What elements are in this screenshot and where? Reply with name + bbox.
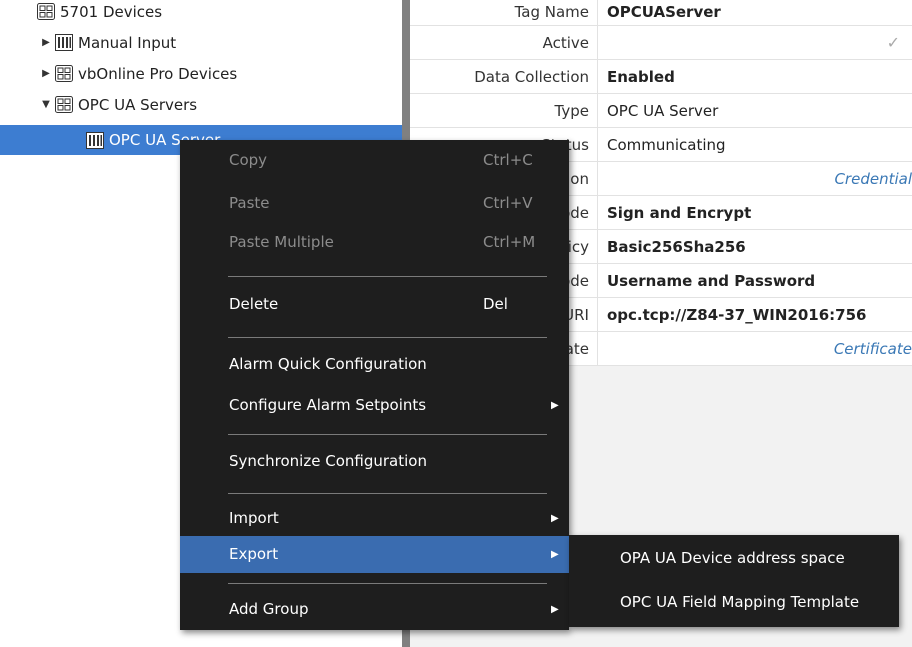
expand-arrow-icon[interactable]: ▶: [40, 37, 52, 48]
menu-separator: [228, 434, 547, 435]
submenu-arrow-icon: ▶: [551, 400, 559, 411]
menu-item-shortcut: Ctrl+C: [483, 151, 533, 169]
certificate-link[interactable]: Certificate: [599, 332, 912, 366]
menu-item-label: Copy: [229, 151, 268, 169]
menu-item-export[interactable]: Export ▶: [180, 536, 569, 573]
property-value[interactable]: Communicating: [599, 128, 912, 162]
property-name: Data Collection: [410, 60, 598, 94]
menu-item-label: Alarm Quick Configuration: [229, 355, 427, 373]
submenu-item-device-address-space[interactable]: OPA UA Device address space: [569, 535, 899, 581]
property-row-tag-name[interactable]: Tag Name OPCUAServer: [410, 0, 912, 26]
menu-item-label: Import: [229, 509, 279, 527]
submenu-item-field-mapping-template[interactable]: OPC UA Field Mapping Template: [569, 579, 899, 625]
menu-item-label: Add Group: [229, 600, 309, 618]
menu-separator: [228, 493, 547, 494]
tree-item-vbonline-pro-devices[interactable]: ▶ vbOnline Pro Devices: [40, 58, 402, 89]
property-row-type[interactable]: Type OPC UA Server: [410, 94, 912, 128]
rack-device-icon: [55, 34, 73, 51]
rack-device-icon: [86, 131, 104, 149]
submenu-arrow-icon: ▶: [551, 549, 559, 560]
menu-item-label: Paste: [229, 194, 270, 212]
grid-device-icon: [37, 3, 55, 20]
property-value[interactable]: OPCUAServer: [599, 0, 912, 26]
menu-item-shortcut: Del: [483, 295, 508, 313]
menu-separator: [228, 276, 547, 277]
menu-item-shortcut: Ctrl+M: [483, 233, 536, 251]
tree-item-5701-devices[interactable]: 5701 Devices: [22, 0, 402, 27]
credential-link[interactable]: Credential: [599, 162, 912, 196]
menu-item-copy[interactable]: Copy Ctrl+C: [180, 142, 569, 179]
menu-item-shortcut: Ctrl+V: [483, 194, 533, 212]
submenu-arrow-icon: ▶: [551, 604, 559, 615]
property-value[interactable]: Basic256Sha256: [599, 230, 912, 264]
menu-separator: [228, 583, 547, 584]
grid-device-icon: [55, 65, 73, 82]
menu-item-import[interactable]: Import ▶: [180, 500, 569, 537]
checkmark-icon[interactable]: ✓: [599, 26, 912, 60]
collapse-arrow-icon[interactable]: ▼: [40, 99, 52, 110]
menu-item-label: Paste Multiple: [229, 233, 334, 251]
tree-item-label: OPC UA Servers: [78, 95, 198, 114]
menu-item-paste-multiple[interactable]: Paste Multiple Ctrl+M: [180, 224, 569, 261]
tree-item-manual-input[interactable]: ▶ Manual Input: [40, 27, 402, 58]
menu-item-delete[interactable]: Delete Del: [180, 286, 569, 323]
menu-item-label: Synchronize Configuration: [229, 452, 427, 470]
property-row-data-collection[interactable]: Data Collection Enabled: [410, 60, 912, 94]
menu-item-paste[interactable]: Paste Ctrl+V: [180, 185, 569, 222]
expand-arrow-icon[interactable]: ▶: [40, 68, 52, 79]
menu-item-label: Delete: [229, 295, 279, 313]
export-submenu: OPA UA Device address space OPC UA Field…: [569, 535, 899, 627]
submenu-arrow-icon: ▶: [551, 513, 559, 524]
menu-item-configure-alarm-setpoints[interactable]: Configure Alarm Setpoints ▶: [180, 387, 569, 424]
menu-item-synchronize-configuration[interactable]: Synchronize Configuration: [180, 443, 569, 480]
tree-item-label: 5701 Devices: [60, 2, 163, 21]
property-value[interactable]: Enabled: [599, 60, 912, 94]
property-value[interactable]: Username and Password: [599, 264, 912, 298]
context-menu: Copy Ctrl+C Paste Ctrl+V Paste Multiple …: [180, 140, 569, 630]
grid-device-icon: [55, 96, 73, 113]
tree-item-label: vbOnline Pro Devices: [78, 64, 238, 83]
property-name: Type: [410, 94, 598, 128]
tree-item-opc-ua-servers[interactable]: ▼ OPC UA Servers: [40, 89, 402, 120]
menu-separator: [228, 337, 547, 338]
property-row-active[interactable]: Active ✓: [410, 26, 912, 60]
menu-item-add-group[interactable]: Add Group ▶: [180, 591, 569, 628]
property-value[interactable]: OPC UA Server: [599, 94, 912, 128]
property-name: Active: [410, 26, 598, 60]
property-value[interactable]: Sign and Encrypt: [599, 196, 912, 230]
tree-item-label: Manual Input: [78, 33, 177, 52]
menu-item-label: Configure Alarm Setpoints: [229, 396, 427, 414]
menu-item-label: Export: [229, 545, 279, 563]
property-value[interactable]: opc.tcp://Z84-37_WIN2016:756: [599, 298, 912, 332]
property-name: Tag Name: [410, 0, 598, 26]
menu-item-alarm-quick-configuration[interactable]: Alarm Quick Configuration: [180, 346, 569, 383]
